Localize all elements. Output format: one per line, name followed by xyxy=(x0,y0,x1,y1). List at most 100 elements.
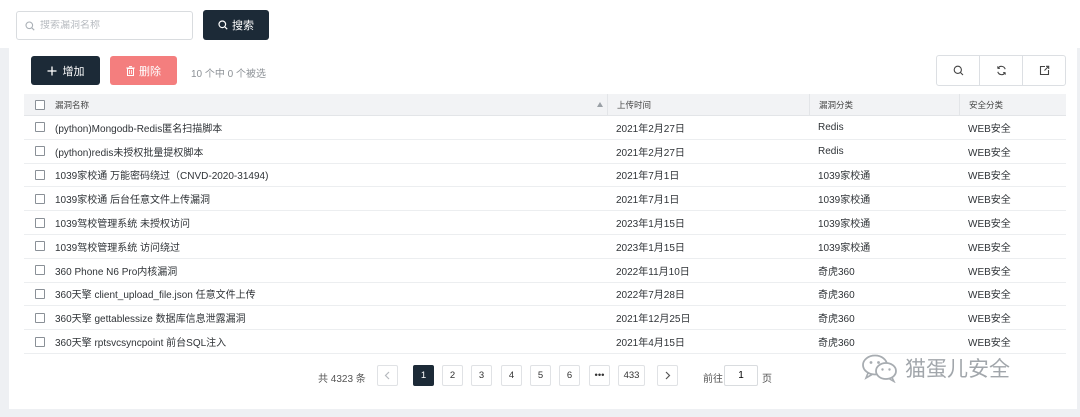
delete-button-label: 删除 xyxy=(139,65,161,78)
tool-search-button[interactable] xyxy=(937,56,979,85)
page-button-6[interactable]: 6 xyxy=(559,365,580,386)
page-ellipsis-button[interactable]: ••• xyxy=(589,365,610,386)
cell-category: Redis xyxy=(818,121,844,133)
cell-name: (python)Mongodb-Redis匿名扫描脚本 xyxy=(55,123,223,135)
select-all-checkbox[interactable] xyxy=(34,99,45,110)
table-row[interactable]: 1039家校通 后台任意文件上传漏洞 2021年7月1日 1039家校通 WEB… xyxy=(24,187,1066,212)
cell-name: 1039家校通 万能密码绕过（CNVD-2020-31494) xyxy=(55,171,269,183)
row-checkbox[interactable] xyxy=(34,265,45,276)
cell-security: WEB安全 xyxy=(968,195,1011,207)
prev-page-button[interactable] xyxy=(377,365,398,386)
column-header-category-label: 漏洞分类 xyxy=(819,99,854,110)
table-row[interactable]: 360天擎 gettablessize 数据库信息泄露漏洞 2021年12月25… xyxy=(24,306,1066,331)
search-button[interactable]: 搜索 xyxy=(203,10,269,40)
table-tools xyxy=(936,55,1066,86)
cell-time: 2023年1月15日 xyxy=(616,219,685,231)
delete-button[interactable]: 删除 xyxy=(110,56,177,85)
cell-time: 2021年7月1日 xyxy=(616,171,680,183)
table-row[interactable]: 360 Phone N6 Pro内核漏洞 2022年11月10日 奇虎360 W… xyxy=(24,259,1066,283)
row-checkbox[interactable] xyxy=(34,193,45,204)
watermark: 猫蛋儿安全 xyxy=(861,350,1010,386)
goto-label: 前往 xyxy=(703,374,723,385)
tool-export-button[interactable] xyxy=(1022,56,1065,85)
cell-time: 2021年12月25日 xyxy=(616,314,691,326)
tool-refresh-button[interactable] xyxy=(979,56,1022,85)
cell-name: 360天擎 rptsvcsyncpoint 前台SQL注入 xyxy=(55,338,227,350)
cell-category: 1039家校通 xyxy=(818,219,871,231)
row-checkbox[interactable] xyxy=(34,146,45,157)
cell-security: WEB安全 xyxy=(968,338,1011,350)
column-header-security-label: 安全分类 xyxy=(969,99,1004,110)
header-check-cell xyxy=(24,99,55,110)
table-row[interactable]: 1039家校通 万能密码绕过（CNVD-2020-31494) 2021年7月1… xyxy=(24,164,1066,188)
cell-category: 1039家校通 xyxy=(818,242,871,254)
cell-time: 2021年2月27日 xyxy=(616,123,685,135)
column-header-name[interactable]: 漏洞名称 xyxy=(55,99,607,111)
cell-security: WEB安全 xyxy=(968,147,1011,159)
vuln-table: 漏洞名称 上传时间 漏洞分类 安全分类 (python)Mongodb-Redi… xyxy=(24,93,1066,354)
cell-name: 1039驾校管理系统 未授权访问 xyxy=(55,219,191,231)
row-checkbox[interactable] xyxy=(34,241,45,252)
chevron-right-icon xyxy=(665,371,671,380)
cell-security: WEB安全 xyxy=(968,290,1011,302)
export-icon xyxy=(1039,65,1049,76)
search-icon xyxy=(25,20,35,31)
selection-count: 10 个中 0 个被选 xyxy=(191,69,267,80)
cell-name: 360天擎 gettablessize 数据库信息泄露漏洞 xyxy=(55,314,246,326)
page-button-1[interactable]: 1 xyxy=(413,365,434,386)
row-checkbox[interactable] xyxy=(34,312,45,323)
column-header-name-label: 漏洞名称 xyxy=(55,99,90,110)
row-checkbox[interactable] xyxy=(34,217,45,228)
search-button-label: 搜索 xyxy=(232,20,254,32)
page-button-4[interactable]: 4 xyxy=(501,365,522,386)
cell-category: 1039家校通 xyxy=(818,195,871,207)
search-icon xyxy=(953,65,963,76)
cell-category: 奇虎360 xyxy=(818,266,855,278)
table-row[interactable]: 1039驾校管理系统 访问绕过 2023年1月15日 1039家校通 WEB安全 xyxy=(24,235,1066,259)
next-page-button[interactable] xyxy=(657,365,678,386)
total-count: 共 4323 条 xyxy=(318,374,366,385)
row-checkbox[interactable] xyxy=(34,336,45,347)
search-bar: 搜索 xyxy=(0,0,1080,48)
row-checkbox[interactable] xyxy=(34,122,45,133)
cell-time: 2022年7月28日 xyxy=(616,290,685,302)
search-box[interactable] xyxy=(16,11,193,40)
sort-up-icon[interactable] xyxy=(597,101,603,107)
cell-name: 360 Phone N6 Pro内核漏洞 xyxy=(55,266,178,278)
table-row[interactable]: (python)redis未授权批量提权脚本 2021年2月27日 Redis … xyxy=(24,140,1066,164)
add-button[interactable]: 增加 xyxy=(31,56,100,85)
table-header: 漏洞名称 上传时间 漏洞分类 安全分类 xyxy=(24,93,1066,116)
cell-category: 1039家校通 xyxy=(818,171,871,183)
cell-time: 2023年1月15日 xyxy=(616,242,685,254)
cell-time: 2022年11月10日 xyxy=(616,266,690,278)
column-header-time[interactable]: 上传时间 xyxy=(607,93,809,116)
page-button-last[interactable]: 433 xyxy=(618,365,645,386)
page-button-5[interactable]: 5 xyxy=(530,365,551,386)
refresh-icon xyxy=(996,65,1006,76)
table-row[interactable]: 360天擎 client_upload_file.json 任意文件上传 202… xyxy=(24,283,1066,307)
cell-security: WEB安全 xyxy=(968,123,1011,135)
row-checkbox[interactable] xyxy=(34,169,45,180)
cell-name: 1039家校通 后台任意文件上传漏洞 xyxy=(55,195,211,207)
cell-category: 奇虎360 xyxy=(818,338,855,350)
cell-security: WEB安全 xyxy=(968,219,1011,231)
page-button-3[interactable]: 3 xyxy=(471,365,492,386)
search-input[interactable] xyxy=(40,20,180,31)
trash-icon xyxy=(126,65,135,76)
column-header-security[interactable]: 安全分类 xyxy=(959,93,1066,116)
add-button-label: 增加 xyxy=(62,65,85,78)
wechat-icon xyxy=(862,354,897,383)
table-row[interactable]: 1039驾校管理系统 未授权访问 2023年1月15日 1039家校通 WEB安… xyxy=(24,211,1066,235)
page-button-2[interactable]: 2 xyxy=(442,365,463,386)
cell-security: WEB安全 xyxy=(968,314,1011,326)
cell-security: WEB安全 xyxy=(968,171,1011,183)
column-header-category[interactable]: 漏洞分类 xyxy=(809,93,959,116)
cell-time: 2021年7月1日 xyxy=(616,195,680,207)
table-row[interactable]: (python)Mongodb-Redis匿名扫描脚本 2021年2月27日 R… xyxy=(24,116,1066,140)
goto-page-input[interactable] xyxy=(724,365,758,386)
cell-time: 2021年2月27日 xyxy=(616,147,685,159)
plus-icon xyxy=(47,66,56,75)
cell-security: WEB安全 xyxy=(968,242,1011,254)
row-checkbox[interactable] xyxy=(34,288,45,299)
search-icon xyxy=(218,20,228,30)
